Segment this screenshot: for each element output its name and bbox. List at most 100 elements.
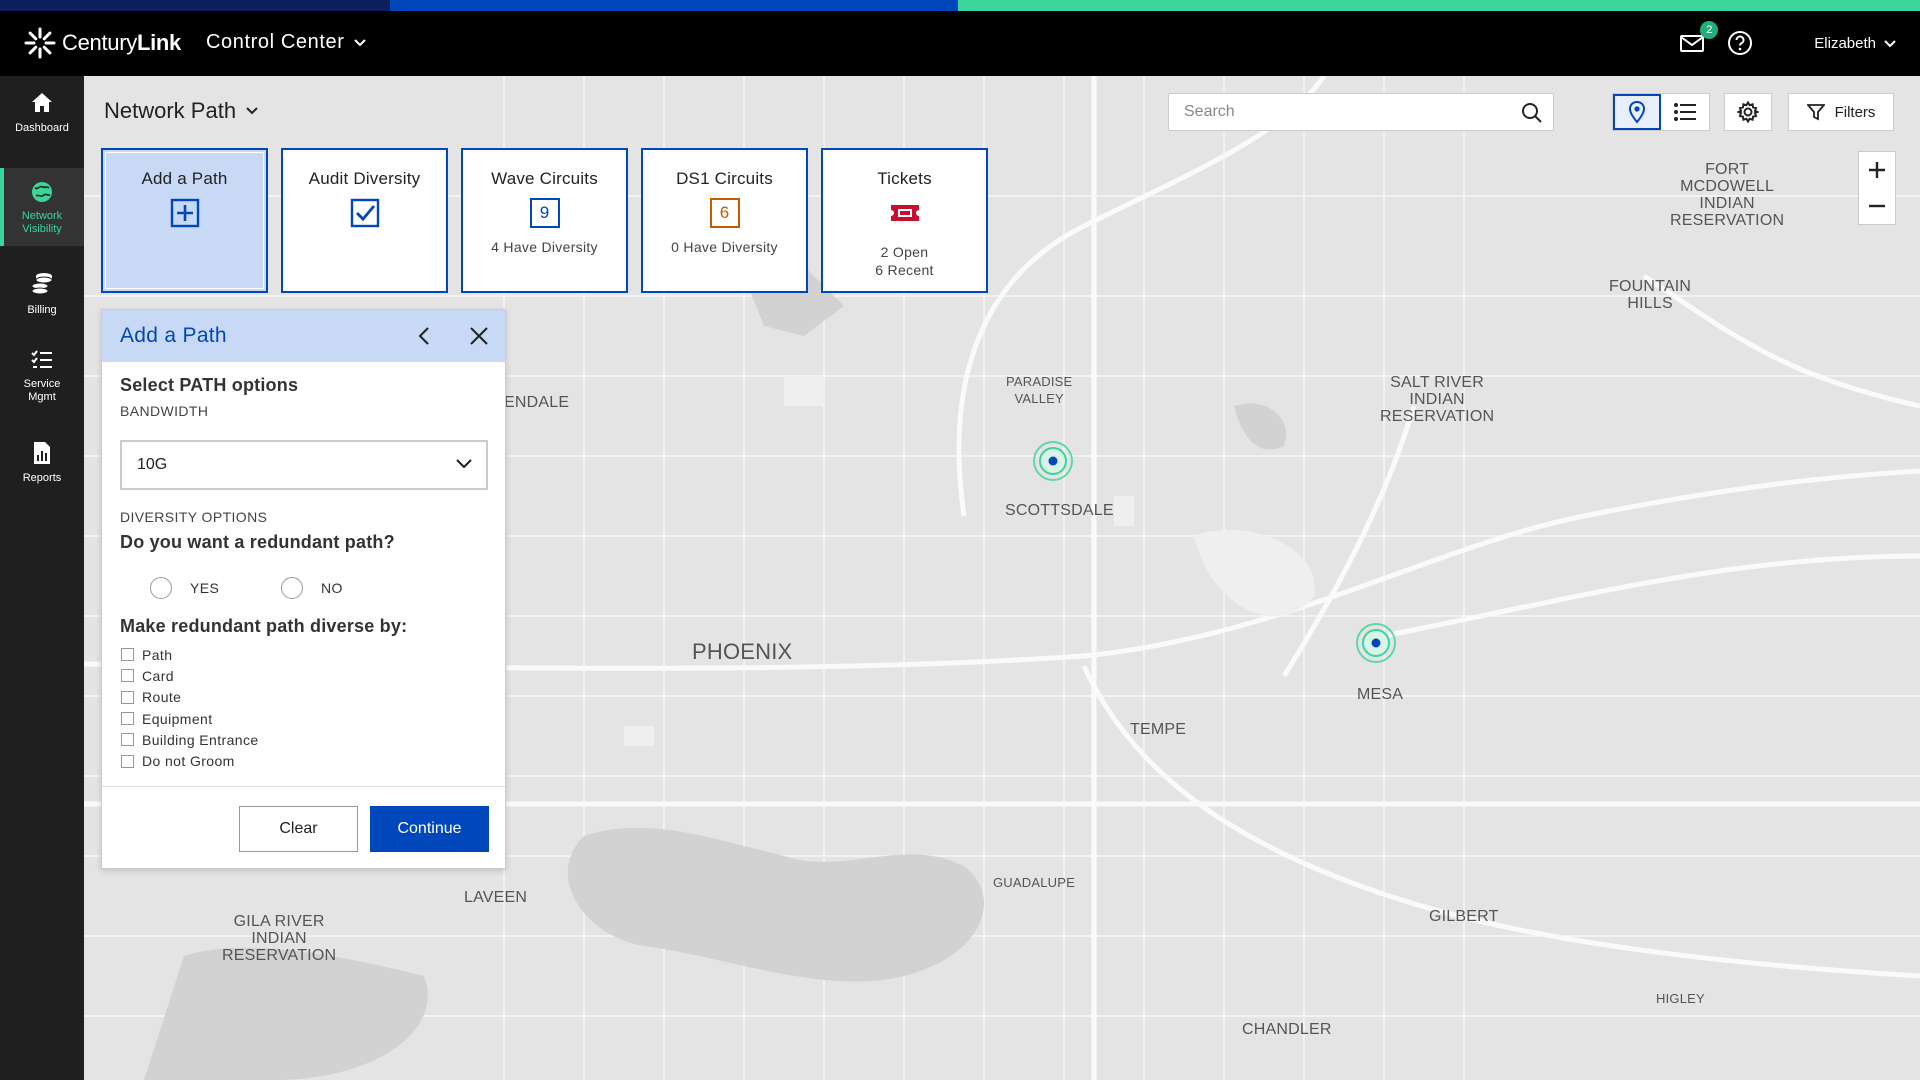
card-add-path[interactable]: Add a Path bbox=[101, 148, 268, 293]
mail-button[interactable]: 2 bbox=[1678, 20, 1719, 59]
top-bar: CenturyLink Control Center 2 Elizabeth bbox=[0, 11, 1920, 76]
page-title-dropdown[interactable]: Network Path bbox=[104, 98, 258, 124]
nav-item-service-mgmt[interactable]: Service Mgmt bbox=[0, 348, 84, 428]
filters-button[interactable]: Filters bbox=[1788, 93, 1894, 131]
nav-item-reports[interactable]: Reports bbox=[0, 440, 84, 510]
place-label: ENDALE bbox=[504, 394, 570, 411]
place-label: TEMPE bbox=[1130, 721, 1187, 738]
card-wave-circuits[interactable]: Wave Circuits 9 4 Have Diversity bbox=[461, 148, 628, 293]
user-menu[interactable]: Elizabeth bbox=[1814, 35, 1896, 52]
close-icon[interactable] bbox=[468, 325, 490, 347]
checkbox-route[interactable]: Route bbox=[121, 687, 259, 708]
checkbox-label: Card bbox=[142, 667, 174, 684]
section-title: Select PATH options bbox=[120, 375, 299, 395]
app-switcher[interactable]: Control Center bbox=[206, 31, 367, 54]
panel-title: Add a Path bbox=[120, 324, 227, 347]
place-label: MESA bbox=[1357, 686, 1404, 703]
radio-no[interactable]: NO bbox=[281, 577, 343, 599]
chevron-down-icon bbox=[354, 38, 367, 46]
search-input[interactable] bbox=[1169, 94, 1499, 130]
clear-button[interactable]: Clear bbox=[239, 806, 358, 852]
place-label: CHANDLER bbox=[1242, 1021, 1332, 1038]
card-title: DS1 Circuits bbox=[676, 169, 773, 188]
accent-segment-navy bbox=[0, 0, 390, 11]
nav-label: Billing bbox=[27, 304, 57, 316]
radio-yes[interactable]: YES bbox=[150, 577, 219, 599]
view-toggle bbox=[1612, 93, 1710, 131]
radio-label: NO bbox=[321, 580, 343, 596]
diverse-by-checklist: Path Card Route Equipment Building Entra… bbox=[121, 644, 259, 772]
zoom-control bbox=[1858, 151, 1896, 225]
card-audit-diversity[interactable]: Audit Diversity bbox=[281, 148, 448, 293]
help-button[interactable] bbox=[1726, 29, 1756, 59]
location-marker-icon[interactable] bbox=[1031, 439, 1075, 483]
filter-icon bbox=[1806, 104, 1825, 121]
radio-circle bbox=[150, 577, 172, 599]
checkbox-card[interactable]: Card bbox=[121, 665, 259, 686]
search-icon[interactable] bbox=[1521, 102, 1543, 124]
nav-item-billing[interactable]: Billing bbox=[0, 270, 84, 340]
panel-header: Add a Path bbox=[102, 310, 505, 362]
ticket-icon bbox=[890, 205, 919, 221]
mail-count-badge: 2 bbox=[1700, 20, 1719, 39]
chevron-left-icon[interactable] bbox=[414, 325, 436, 347]
place-label: PARADISE VALLEY bbox=[1006, 374, 1073, 406]
card-subtext: 4 Have Diversity bbox=[491, 239, 598, 255]
nav-item-network-visibility[interactable]: Network Visibility bbox=[0, 168, 84, 246]
place-label: HIGLEY bbox=[1656, 991, 1705, 1006]
place-label: PHOENIX bbox=[692, 639, 793, 664]
location-marker-icon[interactable] bbox=[1354, 621, 1398, 665]
chevron-down-icon bbox=[456, 459, 472, 469]
radio-label: YES bbox=[190, 580, 220, 596]
minus-icon bbox=[1869, 204, 1885, 208]
settings-button[interactable] bbox=[1724, 93, 1772, 131]
circuit-count: 6 bbox=[709, 198, 740, 228]
card-ds1-circuits[interactable]: DS1 Circuits 6 0 Have Diversity bbox=[641, 148, 808, 293]
home-icon bbox=[32, 93, 52, 112]
checkbox-box bbox=[121, 669, 134, 683]
search-box bbox=[1168, 93, 1554, 131]
place-label: SALT RIVER INDIAN RESERVATION bbox=[1380, 374, 1495, 425]
place-label: LAVEEN bbox=[464, 889, 528, 906]
brand-logo[interactable]: CenturyLink bbox=[24, 25, 181, 61]
place-label: FOUNTAIN HILLS bbox=[1609, 278, 1692, 312]
place-label: FORT MCDOWELL INDIAN RESERVATION bbox=[1670, 161, 1785, 229]
checkbox-path[interactable]: Path bbox=[121, 644, 259, 665]
report-icon bbox=[34, 442, 50, 464]
continue-button[interactable]: Continue bbox=[370, 806, 489, 852]
top-accent-strip bbox=[0, 0, 1920, 11]
nav-item-dashboard[interactable]: Dashboard bbox=[0, 90, 84, 160]
check-box-icon bbox=[350, 198, 379, 228]
checkbox-label: Do not Groom bbox=[142, 753, 235, 770]
map-view-button[interactable] bbox=[1613, 94, 1661, 130]
nav-label: Network Visibility bbox=[21, 210, 63, 235]
divider bbox=[102, 786, 505, 787]
zoom-out-button[interactable] bbox=[1859, 188, 1895, 224]
recent-tickets: 6 Recent bbox=[875, 262, 934, 278]
user-name: Elizabeth bbox=[1814, 35, 1876, 52]
checkbox-label: Equipment bbox=[142, 710, 213, 727]
checkbox-equipment[interactable]: Equipment bbox=[121, 708, 259, 729]
checkbox-building-entrance[interactable]: Building Entrance bbox=[121, 729, 259, 750]
bandwidth-select[interactable]: 10G bbox=[120, 440, 488, 490]
globe-icon bbox=[32, 182, 52, 202]
starburst-icon bbox=[24, 27, 56, 59]
chevron-down-icon bbox=[1884, 39, 1896, 47]
checkbox-do-not-groom[interactable]: Do not Groom bbox=[121, 750, 259, 771]
checkbox-box bbox=[121, 754, 134, 768]
nav-label: Service Mgmt bbox=[23, 378, 61, 403]
card-tickets[interactable]: Tickets 2 Open 6 Recent bbox=[821, 148, 988, 293]
diversity-options-label: DIVERSITY OPTIONS bbox=[120, 509, 268, 525]
zoom-in-button[interactable] bbox=[1859, 152, 1895, 188]
map-pin-icon bbox=[1628, 100, 1646, 124]
open-tickets: 2 Open bbox=[880, 244, 929, 260]
chevron-down-icon bbox=[246, 107, 258, 115]
card-title: Wave Circuits bbox=[491, 169, 598, 188]
nav-label: Reports bbox=[22, 472, 62, 484]
bandwidth-label: BANDWIDTH bbox=[120, 403, 209, 419]
card-subtext: 2 Open 6 Recent bbox=[823, 243, 986, 279]
list-view-button[interactable] bbox=[1661, 94, 1709, 130]
circuit-count: 9 bbox=[529, 198, 560, 228]
checkbox-box bbox=[121, 690, 134, 704]
place-label: GILBERT bbox=[1429, 908, 1499, 925]
